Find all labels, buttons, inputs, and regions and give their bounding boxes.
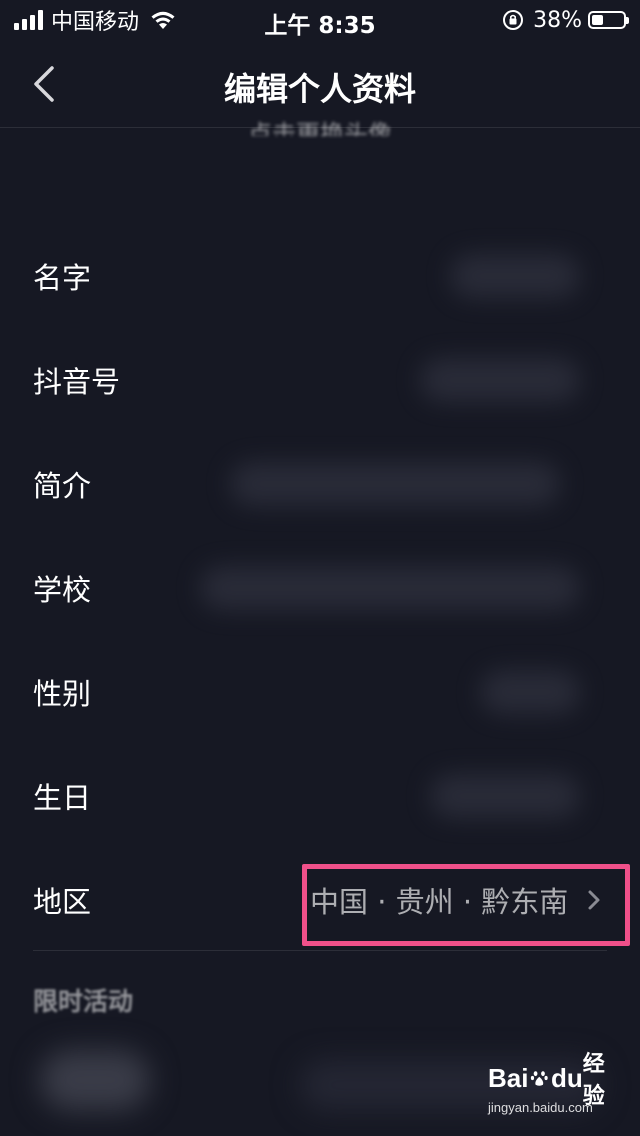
row-label: 性别 bbox=[33, 677, 92, 711]
blurred-value bbox=[450, 254, 580, 298]
row-name[interactable]: 名字 bbox=[0, 224, 640, 328]
battery-percent: 38% bbox=[533, 7, 582, 33]
row-douyin-id[interactable]: 抖音号 bbox=[0, 328, 640, 432]
watermark-url: jingyan.baidu.com bbox=[488, 1100, 593, 1115]
row-birthday[interactable]: 生日 bbox=[0, 744, 640, 848]
row-label: 生日 bbox=[33, 781, 92, 815]
status-bar: 中国移动 上午 8:35 38% bbox=[0, 0, 640, 40]
row-label: 抖音号 bbox=[33, 365, 121, 399]
blurred-value bbox=[480, 670, 580, 714]
change-avatar-link[interactable]: 点击更换头像 bbox=[0, 114, 640, 136]
blurred-value bbox=[230, 462, 560, 506]
highlight-annotation bbox=[302, 864, 630, 946]
row-label: 学校 bbox=[33, 573, 92, 607]
blurred-thumbnail bbox=[40, 1050, 150, 1110]
battery-icon bbox=[588, 11, 629, 29]
blurred-value bbox=[430, 774, 580, 818]
row-label: 地区 bbox=[33, 885, 92, 919]
orientation-lock-icon bbox=[503, 10, 524, 30]
row-label: 简介 bbox=[33, 469, 92, 503]
paw-icon bbox=[531, 1071, 549, 1086]
battery-level bbox=[592, 15, 604, 25]
baidu-jingyan-watermark: Bai du 经验 jingyan.baidu.com bbox=[488, 1052, 610, 1124]
watermark-brand-du: du bbox=[551, 1062, 583, 1093]
divider bbox=[33, 950, 607, 951]
watermark-brand-bai: Bai bbox=[488, 1062, 529, 1093]
section-title: 限时活动 bbox=[33, 987, 134, 1016]
row-bio[interactable]: 简介 bbox=[0, 432, 640, 536]
page-title: 编辑个人资料 bbox=[223, 70, 416, 108]
blurred-value bbox=[420, 358, 580, 402]
blurred-value bbox=[200, 566, 580, 610]
row-label: 名字 bbox=[33, 261, 92, 295]
row-school[interactable]: 学校 bbox=[0, 536, 640, 640]
row-gender[interactable]: 性别 bbox=[0, 640, 640, 744]
profile-fields: 名字 抖音号 简介 学校 性别 生日 地区 中国 · 贵州 · 黔东南 bbox=[0, 224, 640, 952]
